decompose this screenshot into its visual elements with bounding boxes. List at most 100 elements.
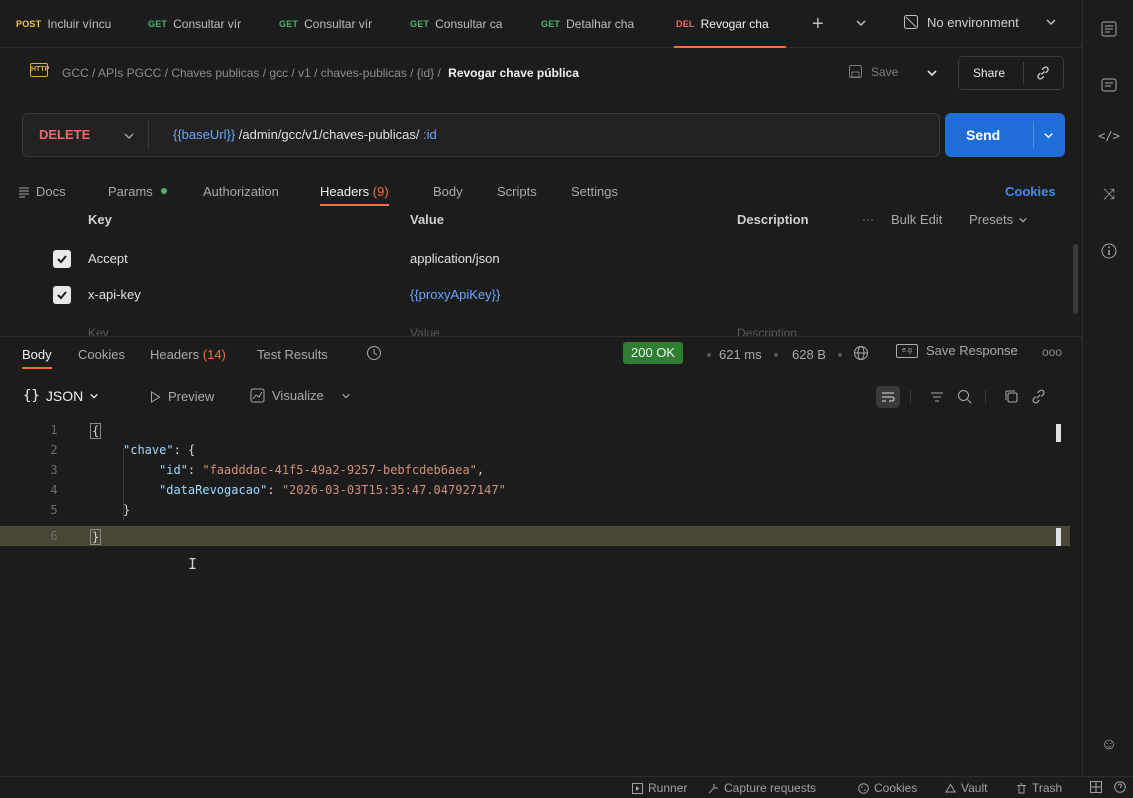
json-string-value: "faadddac-41f5-49a2-9257-bebfcdeb6aea" <box>202 463 477 477</box>
network-globe-icon[interactable] <box>852 344 870 362</box>
tab-headers[interactable]: Headers (9) <box>320 184 389 206</box>
table-row: Accept application/json <box>0 240 1070 278</box>
table-row-empty: Key Value Description <box>0 318 1070 336</box>
breadcrumb-current[interactable]: Revogar chave pública <box>448 66 579 80</box>
tab-authorization[interactable]: Authorization <box>203 184 279 199</box>
bulk-edit-button[interactable]: Bulk Edit <box>891 212 942 227</box>
status-badge[interactable]: 200 OK <box>623 342 684 364</box>
json-braces-icon: {} <box>23 388 40 404</box>
divider <box>985 390 986 404</box>
visualize-label: Visualize <box>272 388 324 403</box>
visualize-button[interactable]: Visualize <box>250 388 351 403</box>
vault-label: Vault <box>961 781 988 795</box>
row-enabled-checkbox[interactable] <box>53 286 71 304</box>
tab-detalhar-chave[interactable]: GET Detalhar cha <box>541 0 659 48</box>
line-number: 6 <box>50 529 58 543</box>
save-response-label: Save Response <box>926 343 1018 358</box>
response-tab-body[interactable]: Body <box>22 347 52 369</box>
chevron-down-icon <box>89 391 99 401</box>
headers-scrollbar[interactable] <box>1073 244 1078 314</box>
environment-selector[interactable]: No environment <box>903 14 1057 30</box>
format-label: JSON <box>45 388 84 404</box>
copy-icon[interactable] <box>1004 389 1019 404</box>
url-bar: DELETE {{baseUrl}} /admin/gcc/v1/chaves-… <box>22 113 940 157</box>
preview-button[interactable]: Preview <box>150 389 214 404</box>
right-sidebar: </> ⤨ ☺ <box>1082 0 1133 776</box>
send-button[interactable]: Send <box>945 113 1065 157</box>
share-button[interactable]: Share <box>958 56 1064 90</box>
filter-icon[interactable] <box>930 390 944 404</box>
method-chevron-icon[interactable] <box>123 130 135 142</box>
value-placeholder[interactable]: Value <box>410 326 440 336</box>
tab-headers-label: Headers <box>320 184 370 199</box>
line-number: 5 <box>50 503 58 517</box>
breadcrumb-parents[interactable]: GCC / APIs PGCC / Chaves publicas / gcc … <box>62 66 441 80</box>
tab-docs[interactable]: Docs <box>18 184 66 199</box>
help-icon[interactable]: ☺ <box>1098 734 1120 756</box>
more-options-icon[interactable]: ooo <box>1042 345 1062 359</box>
response-size[interactable]: 628 B <box>792 347 826 362</box>
column-header-value: Value <box>410 212 444 227</box>
cookies-link[interactable]: Cookies <box>1005 184 1056 199</box>
header-value-cell[interactable]: {{proxyApiKey}} <box>410 287 500 302</box>
response-body-editor[interactable]: 1 2 3 4 5 6 { "chave": { "id": "faadddac… <box>0 418 1082 758</box>
runner-button[interactable]: Runner <box>632 781 687 795</box>
header-value-cell[interactable]: application/json <box>410 251 500 266</box>
send-options-chevron-icon[interactable] <box>1043 130 1054 141</box>
documentation-icon[interactable] <box>1098 18 1120 40</box>
response-time[interactable]: 621 ms <box>719 347 762 362</box>
header-key-cell[interactable]: x-api-key <box>88 287 141 302</box>
save-response-button[interactable]: e.g Save Response <box>896 343 1018 358</box>
tab-revogar-chave[interactable]: DEL Revogar cha <box>674 0 786 48</box>
response-tab-test-results[interactable]: Test Results <box>257 347 328 362</box>
tabs-dropdown-chevron-icon[interactable] <box>855 17 867 29</box>
method-select[interactable]: DELETE <box>39 127 90 142</box>
new-tab-plus-icon[interactable]: + <box>812 14 824 34</box>
header-key-cell[interactable]: Accept <box>88 251 128 266</box>
json-key: "dataRevogacao" <box>159 483 268 497</box>
description-placeholder[interactable]: Description <box>737 326 797 336</box>
info-icon[interactable] <box>1098 240 1120 262</box>
wrap-lines-icon[interactable] <box>876 386 900 408</box>
divider <box>910 390 911 404</box>
save-button[interactable]: Save <box>848 64 898 79</box>
related-icon[interactable]: ⤨ <box>1098 183 1120 205</box>
search-icon[interactable] <box>957 389 973 405</box>
current-line-highlight <box>0 526 1070 546</box>
save-dropdown-chevron-icon[interactable] <box>926 67 938 79</box>
environment-label: No environment <box>927 14 1019 30</box>
response-tab-cookies[interactable]: Cookies <box>78 347 125 362</box>
more-options-icon[interactable]: ··· <box>862 212 874 226</box>
copy-link-icon[interactable] <box>1024 66 1050 80</box>
format-select[interactable]: {} JSON <box>23 388 99 404</box>
help-circle-icon[interactable] <box>1114 781 1126 793</box>
json-punct: , <box>476 463 485 477</box>
response-tab-headers[interactable]: Headers (14) <box>150 347 226 362</box>
tab-settings[interactable]: Settings <box>571 184 618 199</box>
pane-divider[interactable] <box>0 336 1082 337</box>
scrollbar-marker[interactable] <box>1056 528 1061 546</box>
presets-dropdown[interactable]: Presets <box>969 212 1028 227</box>
tab-docs-label: Docs <box>36 184 66 199</box>
tab-incluir-vinculo[interactable]: POST Incluir víncu <box>16 0 134 48</box>
vault-button[interactable]: Vault <box>945 781 987 795</box>
scrollbar-marker[interactable] <box>1056 424 1061 442</box>
url-input[interactable]: {{baseUrl}} /admin/gcc/v1/chaves-publica… <box>173 127 437 142</box>
row-enabled-checkbox[interactable] <box>53 250 71 268</box>
tab-consultar-chave[interactable]: GET Consultar ca <box>410 0 528 48</box>
key-placeholder[interactable]: Key <box>88 326 109 336</box>
tab-params[interactable]: Params <box>108 184 168 199</box>
layout-toggle-icon[interactable] <box>1090 781 1102 793</box>
tab-body[interactable]: Body <box>433 184 463 199</box>
tab-consultar-vinculo-2[interactable]: GET Consultar vír <box>279 0 397 48</box>
link-icon[interactable] <box>1031 389 1046 404</box>
chevron-down-icon <box>341 391 351 401</box>
cookies-button[interactable]: Cookies <box>858 781 917 795</box>
trash-button[interactable]: Trash <box>1016 781 1062 795</box>
history-icon[interactable] <box>365 344 383 362</box>
comments-icon[interactable] <box>1098 74 1120 96</box>
code-icon[interactable]: </> <box>1098 125 1120 147</box>
capture-requests-button[interactable]: Capture requests <box>708 781 816 795</box>
tab-scripts[interactable]: Scripts <box>497 184 537 199</box>
tab-consultar-vinculo-1[interactable]: GET Consultar vír <box>148 0 266 48</box>
